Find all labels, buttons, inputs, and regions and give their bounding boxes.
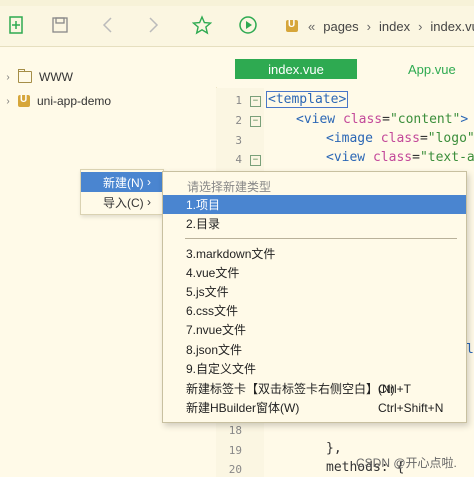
chevron-right-icon[interactable]: › [0,96,16,107]
context-menu: 新建(N) › 导入(C) › [80,169,164,215]
fold-toggle-icon[interactable]: − [250,116,261,127]
submenu-item-label: 新建标签卡【双击标签卡右侧空白】(N) [186,382,395,396]
menu-item-label: 新建(N) [103,175,144,190]
star-icon[interactable] [190,13,214,37]
line-number: 20 [228,463,242,476]
forward-icon[interactable] [141,13,165,37]
shortcut-label: Ctrl+T [378,381,411,396]
fold-toggle-icon[interactable]: − [250,96,261,107]
watermark: CSDN @开心点啦. [356,456,457,470]
run-icon[interactable] [236,13,260,37]
new-file-icon[interactable] [4,13,28,37]
vue-file-icon [286,19,298,32]
line-number: 1 [235,94,242,107]
toolbar: « pages › index › index.vu [0,6,474,47]
line-number: 2 [235,114,242,127]
save-icon[interactable] [48,13,72,37]
submenu-item-label: 1.项目 [186,198,221,212]
breadcrumb-double-chevron-icon: « [308,18,316,34]
breadcrumb: « pages › index › index.vu [286,16,474,36]
submenu-hint: 请选择新建类型 [187,180,272,194]
code-line: <image class="logo" [326,131,474,146]
code-line: l [466,342,474,357]
submenu-item-label: 5.js文件 [186,285,229,299]
tree-item-www[interactable]: › WWW [0,66,73,88]
code-line: <template> [266,91,349,108]
line-number: 19 [228,444,242,457]
submenu-item-label: 新建HBuilder窗体(W) [186,401,300,415]
back-icon[interactable] [96,13,120,37]
shortcut-label: Ctrl+Shift+N [378,400,444,415]
menu-item-import[interactable]: 导入(C) › [81,192,163,212]
breadcrumb-separator-icon: › [366,18,371,34]
code-line: <view class="text-ar [326,150,474,165]
submenu-item-markdown[interactable]: 3.markdown文件 [163,244,466,263]
menu-item-new[interactable]: 新建(N) › [81,172,163,192]
line-number: 3 [235,134,242,147]
new-submenu: 请选择新建类型 1.项目 2.目录 3.markdown文件 4.vue文件 5… [162,171,467,423]
submenu-item-label: 8.json文件 [186,343,243,357]
line-number: 18 [228,424,242,437]
line-number: 4 [235,153,242,166]
tree-item-label: uni-app-demo [37,94,112,108]
chevron-right-icon[interactable]: › [0,72,16,83]
breadcrumb-item[interactable]: pages [323,19,358,34]
submenu-item-label: 7.nvue文件 [186,323,247,337]
submenu-item-js[interactable]: 5.js文件 [163,282,466,301]
submenu-item-json[interactable]: 8.json文件 [163,340,466,359]
menu-divider [185,238,457,239]
submenu-item-label: 9.自定义文件 [186,362,257,376]
breadcrumb-item[interactable]: index [379,19,410,34]
fold-toggle-icon[interactable]: − [250,155,261,166]
breadcrumb-separator-icon: › [418,18,423,34]
chevron-right-icon: › [147,175,151,189]
submenu-item-directory[interactable]: 2.目录 [163,214,466,233]
code-line: <view class="content"> [296,112,469,127]
menu-item-label: 导入(C) [103,195,144,210]
submenu-item-label: 4.vue文件 [186,266,240,280]
uni-app-project-icon [18,94,30,107]
code-line: }, [326,441,342,456]
editor-tab-bar: index.vue App.vue [216,47,474,87]
tab-index-vue[interactable]: index.vue [235,59,357,79]
folder-icon [18,69,32,83]
submenu-item-custom-file[interactable]: 9.自定义文件 [163,359,466,378]
submenu-item-project[interactable]: 1.项目 [163,195,466,214]
tree-item-uni-app-demo[interactable]: › uni-app-demo [0,90,111,112]
submenu-item-vue[interactable]: 4.vue文件 [163,263,466,282]
tab-app-vue[interactable]: App.vue [408,62,456,77]
submenu-item-label: 3.markdown文件 [186,247,276,261]
submenu-item-new-tab[interactable]: 新建标签卡【双击标签卡右侧空白】(N) Ctrl+T [163,379,466,398]
submenu-item-nvue[interactable]: 7.nvue文件 [163,320,466,339]
tree-item-label: WWW [39,70,73,84]
submenu-item-css[interactable]: 6.css文件 [163,301,466,320]
submenu-item-label: 6.css文件 [186,304,239,318]
submenu-item-label: 2.目录 [186,217,221,231]
submenu-item-new-window[interactable]: 新建HBuilder窗体(W) Ctrl+Shift+N [163,398,466,417]
breadcrumb-item[interactable]: index.vu [430,19,474,34]
chevron-right-icon: › [147,195,151,209]
